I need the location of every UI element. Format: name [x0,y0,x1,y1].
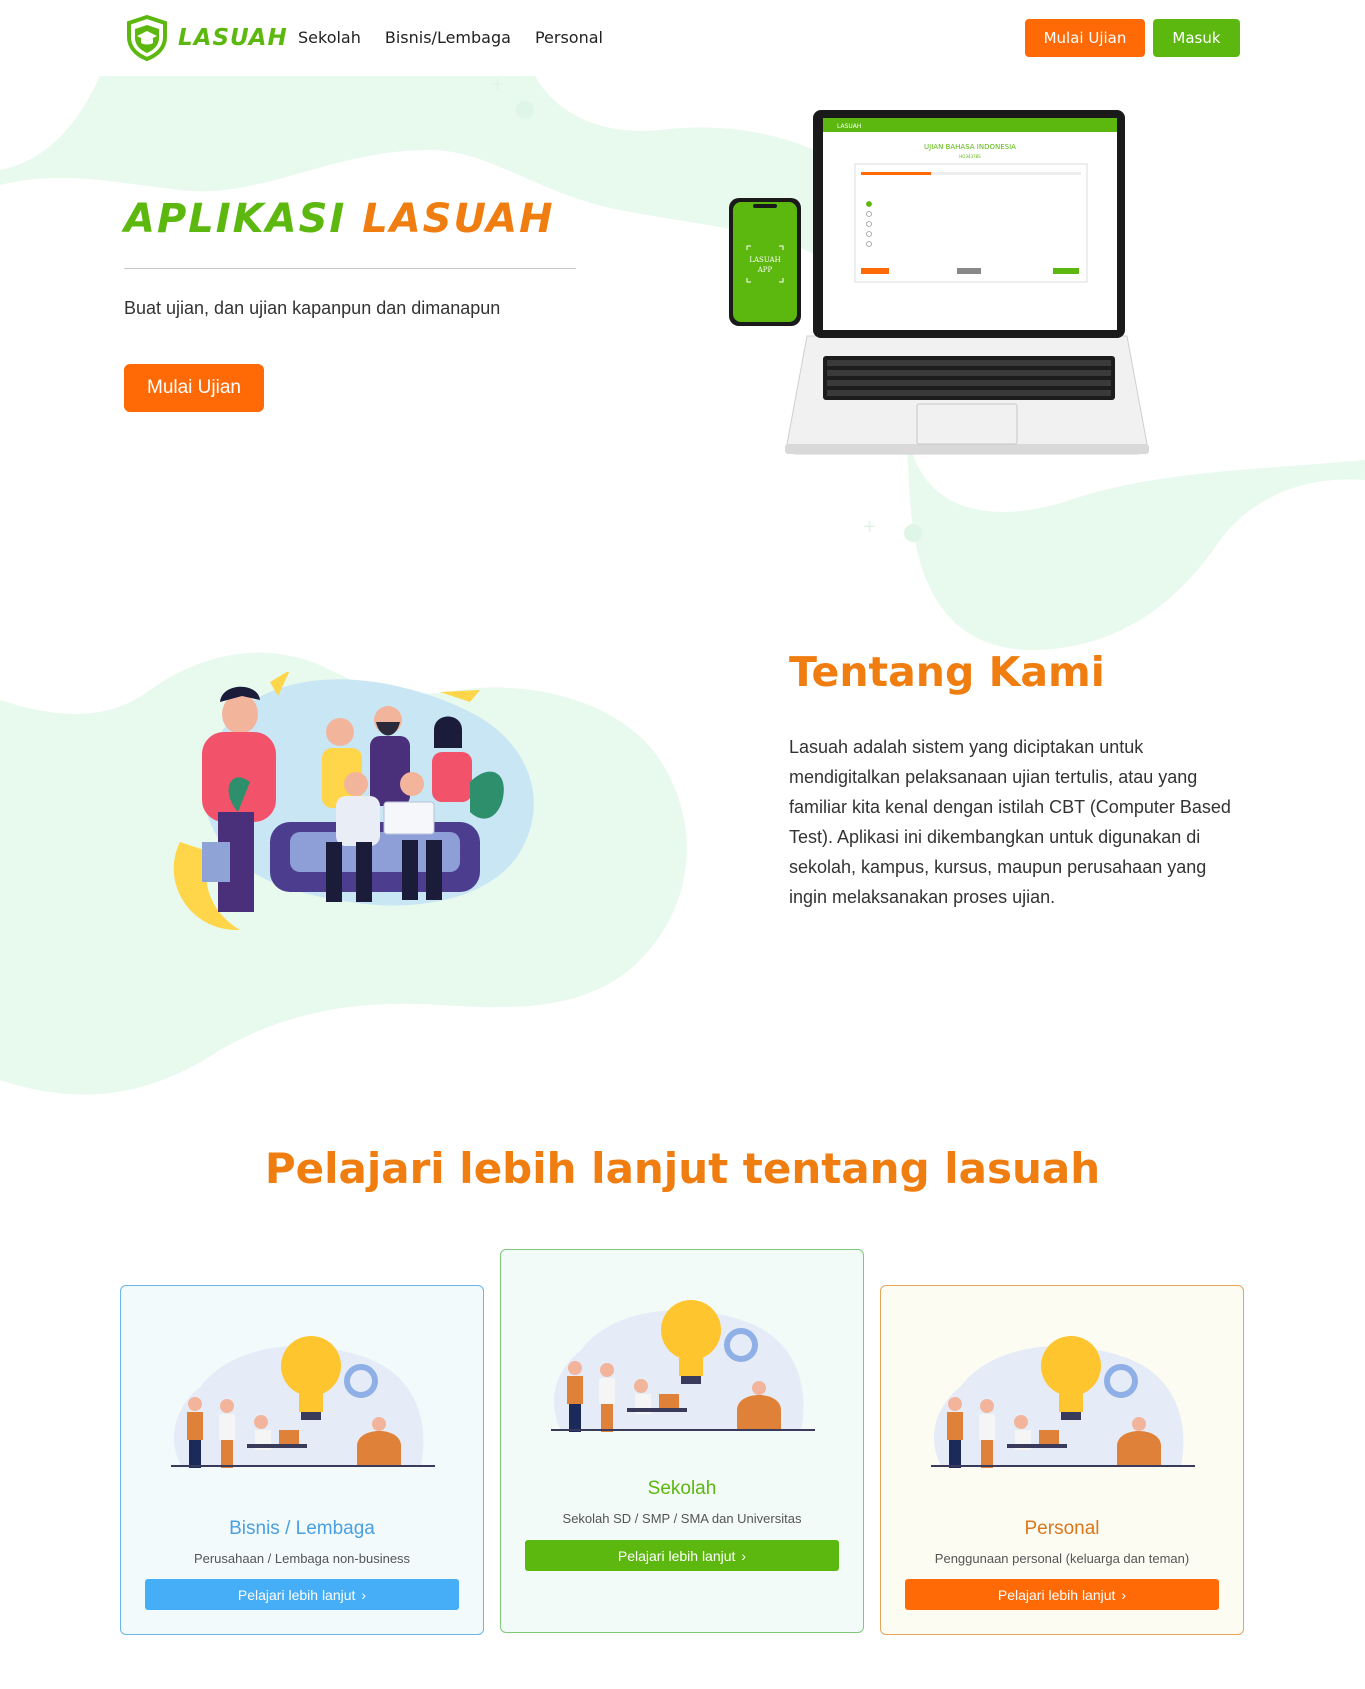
card-personal: Personal Penggunaan personal (keluarga d… [880,1285,1244,1635]
card-description: Penggunaan personal (keluarga dan teman) [934,1551,1190,1566]
team-lightbulb-illustration [931,1336,1195,1468]
chevron-right-icon: › [741,1547,747,1564]
hero-title-part2: LASUAH [362,196,555,242]
hero-title: APLIKASI LASUAH [124,196,555,242]
laptop-exam-code: HO34378S [959,154,981,159]
hero-divider [124,268,576,269]
card-description: Perusahaan / Lembaga non-business [193,1551,411,1566]
chevron-right-icon: › [1121,1586,1127,1603]
nav-link-sekolah[interactable]: Sekolah [298,28,361,47]
brand-name: LASUAH [178,25,288,51]
button-label: Pelajari lebih lanjut [997,1586,1116,1603]
chevron-right-icon: › [361,1586,367,1603]
brand-logo[interactable]: LASUAH [124,14,288,62]
learn-more-bisnis-button[interactable]: Pelajari lebih lanjut › [145,1579,459,1610]
button-label: Pelajari lebih lanjut [617,1547,736,1564]
svg-text:+: + [490,74,505,95]
nav-link-bisnis-lembaga[interactable]: Bisnis/Lembaga [385,28,511,47]
card-description: Sekolah SD / SMP / SMA dan Universitas [562,1511,802,1526]
card-bisnis-lembaga: Bisnis / Lembaga Perusahaan / Lembaga no… [120,1285,484,1635]
laptop-exam-title: UJIAN BAHASA INDONESIA [924,143,1016,151]
laptop-app-name: LASUAH [837,123,861,130]
svg-text:+: + [862,516,877,537]
team-illustration [173,672,534,931]
main-nav: Sekolah Bisnis/Lembaga Personal [298,28,603,47]
card-title: Sekolah [647,1478,717,1499]
nav-link-personal[interactable]: Personal [535,28,603,47]
hero-title-part1: APLIKASI [124,196,347,242]
learn-more-sekolah-button[interactable]: Pelajari lebih lanjut › [525,1540,839,1571]
card-sekolah: Sekolah Sekolah SD / SMP / SMA dan Unive… [500,1249,864,1633]
about-title: Tentang Kami [789,648,1105,696]
phone-label-line1: LASUAH [749,256,780,264]
card-title: Bisnis / Lembaga [229,1518,375,1539]
nav-start-exam-button[interactable]: Mulai Ujian [1025,19,1145,57]
team-lightbulb-illustration [551,1300,815,1432]
learn-more-personal-button[interactable]: Pelajari lebih lanjut › [905,1579,1219,1610]
top-navbar: LASUAH Sekolah Bisnis/Lembaga Personal M… [0,0,1365,76]
shield-logo-icon [127,15,167,61]
phone-label-line2: APP [757,266,773,274]
hero-subtitle: Buat ujian, dan ujian kapanpun dan diman… [124,298,501,318]
team-lightbulb-illustration [171,1336,435,1468]
button-label: Pelajari lebih lanjut [237,1586,356,1603]
about-text: Lasuah adalah sistem yang diciptakan unt… [789,737,1231,907]
nav-login-button[interactable]: Masuk [1153,19,1240,57]
hero-start-exam-button[interactable]: Mulai Ujian [124,364,264,412]
card-title: Personal [1024,1518,1100,1539]
devices-illustration: LASUAH UJIAN BAHASA INDONESIA HO34378S L… [729,110,1149,455]
learn-more-title: Pelajari lebih lanjut tentang lasuah [264,1144,1101,1193]
